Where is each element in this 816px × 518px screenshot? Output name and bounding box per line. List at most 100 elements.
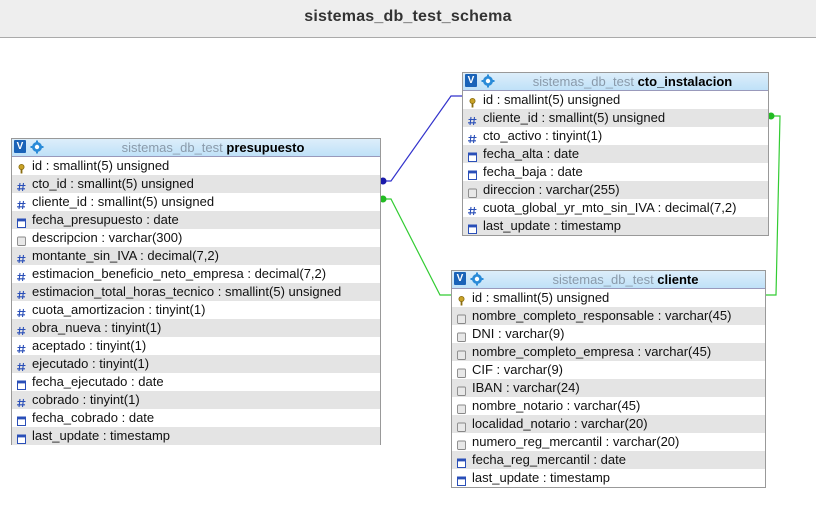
gear-icon[interactable] (30, 140, 44, 154)
table-title: sistemas_db_test presupuesto (48, 140, 378, 155)
gear-icon[interactable] (470, 272, 484, 286)
table-cliente[interactable]: Vsistemas_db_test cliente id : smallint(5… (451, 270, 766, 488)
table-column-row[interactable]: estimacion_total_horas_tecnico : smallin… (12, 283, 380, 301)
hash-icon (468, 113, 477, 126)
table-column-row[interactable]: nombre_notario : varchar(45) (452, 397, 765, 415)
table-name: presupuesto (226, 140, 305, 155)
column-definition: last_update : timestamp (483, 218, 622, 233)
column-definition: fecha_alta : date (483, 146, 580, 161)
hash-icon (468, 131, 477, 144)
table-column-row[interactable]: aceptado : tinyint(1) (12, 337, 380, 355)
table-column-row[interactable]: CIF : varchar(9) (452, 361, 765, 379)
date-icon (457, 473, 466, 486)
table-column-row[interactable]: last_update : timestamp (463, 217, 768, 235)
table-column-row[interactable]: fecha_presupuesto : date (12, 211, 380, 229)
column-definition: cto_activo : tinyint(1) (483, 128, 603, 143)
gear-icon[interactable] (481, 74, 495, 88)
date-icon (17, 215, 26, 228)
date-icon (457, 455, 466, 468)
table-name: cliente (657, 272, 699, 287)
hash-icon (17, 197, 26, 210)
relation-line-cto-id[interactable] (381, 95, 462, 182)
table-column-row[interactable]: nombre_completo_responsable : varchar(45… (452, 307, 765, 325)
hash-icon (17, 251, 26, 264)
table-header[interactable]: Vsistemas_db_test cto_instalacion (463, 73, 768, 91)
date-icon (17, 431, 26, 444)
table-column-row[interactable]: DNI : varchar(9) (452, 325, 765, 343)
table-column-row[interactable]: montante_sin_IVA : decimal(7,2) (12, 247, 380, 265)
date-icon (17, 413, 26, 426)
table-title: sistemas_db_test cto_instalacion (499, 74, 766, 89)
column-definition: IBAN : varchar(24) (472, 380, 580, 395)
hash-icon (17, 359, 26, 372)
column-definition: nombre_completo_empresa : varchar(45) (472, 344, 712, 359)
table-column-row[interactable]: cto_id : smallint(5) unsigned (12, 175, 380, 193)
toggle-view-icon[interactable]: V (14, 140, 26, 153)
column-definition: fecha_cobrado : date (32, 410, 155, 425)
table-column-row[interactable]: ejecutado : tinyint(1) (12, 355, 380, 373)
table-column-row[interactable]: fecha_alta : date (463, 145, 768, 163)
table-column-row[interactable]: descripcion : varchar(300) (12, 229, 380, 247)
column-definition: cuota_amortizacion : tinyint(1) (32, 302, 206, 317)
table-column-row[interactable]: id : smallint(5) unsigned (452, 289, 765, 307)
column-definition: DNI : varchar(9) (472, 326, 565, 341)
table-column-row[interactable]: cto_activo : tinyint(1) (463, 127, 768, 145)
table-presupuesto[interactable]: Vsistemas_db_test presupuesto id : smalli… (11, 138, 381, 445)
table-column-row[interactable]: id : smallint(5) unsigned (12, 157, 380, 175)
column-definition: CIF : varchar(9) (472, 362, 564, 377)
table-name: cto_instalacion (637, 74, 733, 89)
column-definition: cliente_id : smallint(5) unsigned (483, 110, 666, 125)
column-definition: nombre_completo_responsable : varchar(45… (472, 308, 732, 323)
table-column-row[interactable]: obra_nueva : tinyint(1) (12, 319, 380, 337)
table-header[interactable]: Vsistemas_db_test presupuesto (12, 139, 380, 157)
table-column-row[interactable]: direccion : varchar(255) (463, 181, 768, 199)
table-column-row[interactable]: cuota_global_yr_mto_sin_IVA : decimal(7,… (463, 199, 768, 217)
hash-icon (17, 269, 26, 282)
text-icon (17, 233, 26, 246)
table-column-row[interactable]: cliente_id : smallint(5) unsigned (12, 193, 380, 211)
table-column-row[interactable]: cliente_id : smallint(5) unsigned (463, 109, 768, 127)
date-icon (468, 167, 477, 180)
column-definition: descripcion : varchar(300) (32, 230, 183, 245)
relation-line-cliente-id[interactable] (381, 198, 451, 296)
column-definition: id : smallint(5) unsigned (483, 92, 621, 107)
text-icon (457, 419, 466, 432)
column-definition: fecha_presupuesto : date (32, 212, 179, 227)
column-definition: cobrado : tinyint(1) (32, 392, 140, 407)
date-icon (468, 221, 477, 234)
table-column-row[interactable]: fecha_baja : date (463, 163, 768, 181)
column-definition: last_update : timestamp (472, 470, 611, 485)
column-definition: cuota_global_yr_mto_sin_IVA : decimal(7,… (483, 200, 737, 215)
table-schema-name: sistemas_db_test (532, 74, 638, 89)
table-column-row[interactable]: localidad_notario : varchar(20) (452, 415, 765, 433)
column-definition: cto_id : smallint(5) unsigned (32, 176, 194, 191)
table-column-row[interactable]: cobrado : tinyint(1) (12, 391, 380, 409)
toggle-view-icon[interactable]: V (465, 74, 477, 87)
table-column-row[interactable]: fecha_ejecutado : date (12, 373, 380, 391)
date-icon (17, 377, 26, 390)
column-definition: localidad_notario : varchar(20) (472, 416, 648, 431)
table-header[interactable]: Vsistemas_db_test cliente (452, 271, 765, 289)
text-icon (457, 365, 466, 378)
column-definition: ejecutado : tinyint(1) (32, 356, 150, 371)
table-column-row[interactable]: last_update : timestamp (12, 427, 380, 445)
table-column-row[interactable]: cuota_amortizacion : tinyint(1) (12, 301, 380, 319)
table-column-row[interactable]: last_update : timestamp (452, 469, 765, 487)
table-column-row[interactable]: id : smallint(5) unsigned (463, 91, 768, 109)
table-column-row[interactable]: fecha_reg_mercantil : date (452, 451, 765, 469)
column-definition: nombre_notario : varchar(45) (472, 398, 641, 413)
hash-icon (468, 203, 477, 216)
toggle-view-icon[interactable]: V (454, 272, 466, 285)
key-icon (457, 293, 466, 306)
key-icon (468, 95, 477, 108)
column-definition: fecha_ejecutado : date (32, 374, 164, 389)
text-icon (468, 185, 477, 198)
table-column-row[interactable]: fecha_cobrado : date (12, 409, 380, 427)
table-column-row[interactable]: nombre_completo_empresa : varchar(45) (452, 343, 765, 361)
table-column-row[interactable]: IBAN : varchar(24) (452, 379, 765, 397)
table-column-row[interactable]: estimacion_beneficio_neto_empresa : deci… (12, 265, 380, 283)
table-cto-instalacion[interactable]: Vsistemas_db_test cto_instalacion id : sm… (462, 72, 769, 236)
table-column-row[interactable]: numero_reg_mercantil : varchar(20) (452, 433, 765, 451)
column-definition: id : smallint(5) unsigned (32, 158, 170, 173)
column-definition: aceptado : tinyint(1) (32, 338, 147, 353)
